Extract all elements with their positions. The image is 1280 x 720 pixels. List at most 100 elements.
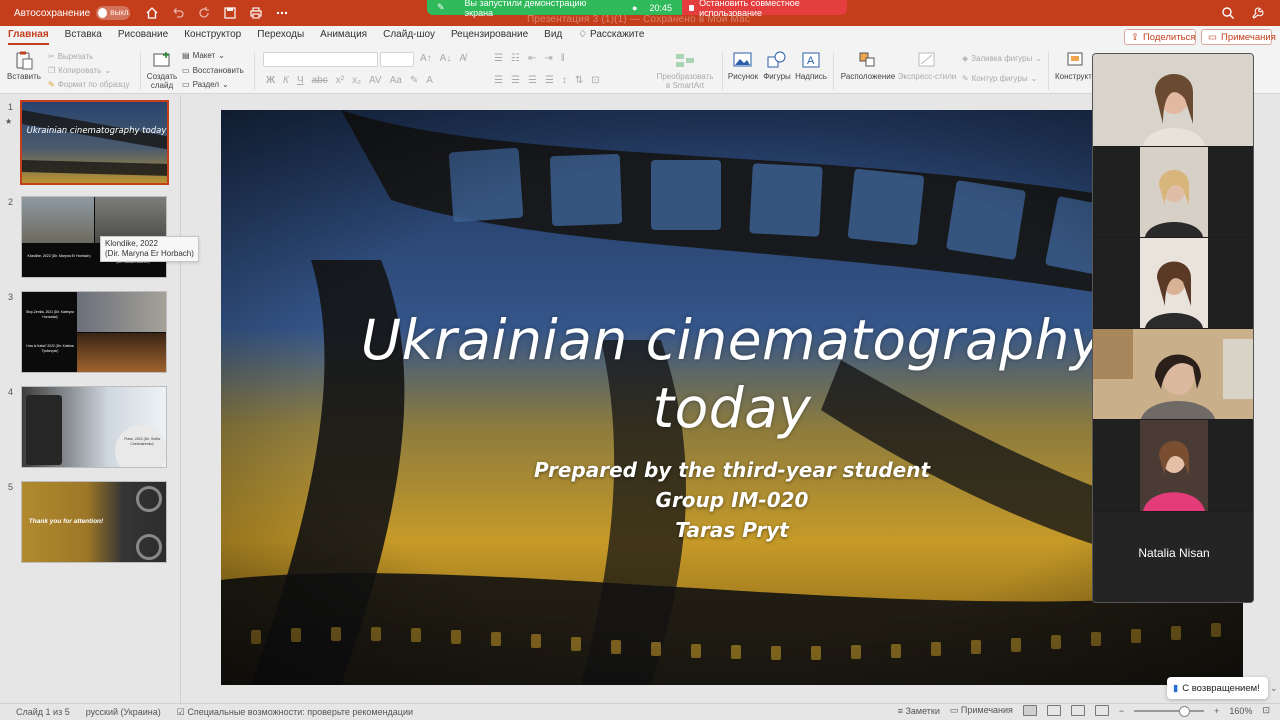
participant-tile-6[interactable]: Natalia Nisan <box>1093 512 1253 602</box>
grow-font-icon[interactable]: A↑ <box>420 53 432 64</box>
shape-fill-button[interactable]: ◈ Заливка фигуры ⌄ <box>962 54 1042 63</box>
tab-draw[interactable]: Рисование <box>110 26 176 46</box>
participant-tile-4[interactable] <box>1093 329 1253 419</box>
zoom-out-icon[interactable]: − <box>1119 706 1124 716</box>
tab-home[interactable]: Главная <box>0 26 57 46</box>
tab-insert[interactable]: Вставка <box>57 26 110 46</box>
normal-view-icon[interactable] <box>1022 705 1037 716</box>
change-case-icon[interactable]: Aa <box>390 75 402 86</box>
main-slide[interactable]: Ukrainian cinematography today Prepared … <box>221 110 1243 685</box>
slide-subtitle[interactable]: Prepared by the third-year student Group… <box>221 455 1243 545</box>
align-center-icon[interactable]: ☰ <box>511 75 520 86</box>
text-direction-icon[interactable]: ⇅ <box>575 75 583 86</box>
shapes-button[interactable]: Фигуры <box>761 50 793 81</box>
cut-button[interactable]: ✂ Вырезать <box>48 52 93 61</box>
redo-icon[interactable] <box>196 5 212 21</box>
subscript-icon[interactable]: x₂ <box>352 75 361 86</box>
tab-slideshow[interactable]: Слайд-шоу <box>375 26 443 46</box>
subtitle-line-1: Prepared by the third-year student <box>533 458 931 482</box>
welcome-back-button[interactable]: ▮ С возвращением! <box>1167 677 1268 699</box>
undo-icon[interactable] <box>170 5 186 21</box>
smartart-button[interactable]: Преобразовать в SmartArt <box>655 50 715 90</box>
language-indicator[interactable]: русский (Украина) <box>86 707 161 717</box>
participant-tile-2[interactable] <box>1093 147 1253 237</box>
accessibility-status[interactable]: ☑ Специальные возможности: проверьте рек… <box>177 707 413 718</box>
bold-icon[interactable]: Ж <box>266 75 275 86</box>
underline-icon[interactable]: Ч <box>297 75 304 86</box>
zoom-level[interactable]: 160% <box>1229 706 1252 716</box>
numbering-icon[interactable]: ☷ <box>511 53 520 64</box>
paste-button[interactable]: Вставить <box>6 50 42 81</box>
font-size-field[interactable] <box>380 52 414 67</box>
more-icon[interactable] <box>274 5 290 21</box>
quick-styles-button[interactable]: Экспресс-стили <box>897 50 957 81</box>
format-painter-button[interactable]: ✎ Формат по образцу <box>48 80 129 89</box>
participant-tile-5[interactable] <box>1093 420 1253 511</box>
slide-number: 5 <box>8 482 14 492</box>
align-text-icon[interactable]: ⊡ <box>591 75 599 86</box>
video-participants-panel: Natalia Nisan <box>1092 53 1254 603</box>
share-button[interactable]: ⇪ Поделиться <box>1124 29 1196 45</box>
share-pencil-icon[interactable]: ✎ <box>437 2 445 13</box>
home-icon[interactable] <box>144 5 160 21</box>
font-name-field[interactable] <box>263 52 378 67</box>
italic-icon[interactable]: К <box>283 75 289 86</box>
decrease-indent-icon[interactable]: ⇤ <box>528 53 536 64</box>
tab-view[interactable]: Вид <box>536 26 570 46</box>
increase-indent-icon[interactable]: ⇥ <box>544 53 552 64</box>
align-left-icon[interactable]: ☰ <box>494 75 503 86</box>
layout-button[interactable]: ▤ Макет ⌄ <box>182 51 225 60</box>
highlight-icon[interactable]: ✎ <box>410 75 418 86</box>
tab-tell-me[interactable]: ♢ Расскажите <box>570 26 652 46</box>
zoom-slider[interactable] <box>1134 705 1205 717</box>
slide-sorter-icon[interactable] <box>1046 705 1061 716</box>
arrange-button[interactable]: Расположение <box>840 50 896 81</box>
columns-icon[interactable]: ‖ <box>561 53 565 64</box>
font-color-icon[interactable]: A <box>426 75 433 86</box>
slide-thumbnail-1[interactable]: Ukrainian cinematography today <box>20 100 169 185</box>
collapse-icon[interactable]: ⌄ <box>1270 683 1278 694</box>
tab-transitions[interactable]: Переходы <box>249 26 312 46</box>
slide-number: 3 <box>8 292 14 302</box>
slideshow-view-icon[interactable] <box>1094 705 1109 716</box>
zoom-in-icon[interactable]: + <box>1214 706 1219 716</box>
bullets-icon[interactable]: ☰ <box>494 53 503 64</box>
fit-slide-icon[interactable]: ⊡ <box>1262 705 1270 716</box>
slide-thumbnail-3[interactable]: Stop-Zemlia, 2021 (Dir. Kateryna Hornost… <box>21 291 167 373</box>
reading-view-icon[interactable] <box>1070 705 1085 716</box>
notes-button[interactable]: ≡ Заметки <box>898 706 940 716</box>
tab-design[interactable]: Конструктор <box>176 26 249 46</box>
tab-animations[interactable]: Анимация <box>312 26 375 46</box>
new-slide-button[interactable]: Создать слайд <box>144 50 180 90</box>
strike-icon[interactable]: abc <box>312 75 328 86</box>
participant-tile-3[interactable] <box>1093 238 1253 328</box>
picture-button[interactable]: Рисунок <box>727 50 759 81</box>
settings-icon[interactable] <box>1250 5 1266 21</box>
shape-outline-button[interactable]: ✎ Контур фигуры ⌄ <box>962 74 1037 83</box>
copy-button[interactable]: ❐ Копировать ⌄ <box>48 66 111 75</box>
char-spacing-icon[interactable]: AV <box>369 75 382 86</box>
slide-thumbnail-5[interactable]: Thank you for attention! <box>21 481 167 563</box>
tab-review[interactable]: Рецензирование <box>443 26 536 46</box>
participant-tile-1[interactable] <box>1093 54 1253 146</box>
align-right-icon[interactable]: ☰ <box>528 75 537 86</box>
justify-icon[interactable]: ☰ <box>545 75 554 86</box>
reset-label: Восстановить <box>192 66 244 75</box>
shrink-font-icon[interactable]: A↓ <box>440 53 452 64</box>
slide-thumbnail-4[interactable]: Pulse, 2022 (Dir. Sofiia Chebotarenko) <box>21 386 167 468</box>
search-icon[interactable] <box>1220 5 1236 21</box>
save-icon[interactable] <box>222 5 238 21</box>
designer-button[interactable]: Конструктор <box>1055 50 1093 81</box>
superscript-icon[interactable]: x² <box>336 75 344 86</box>
autosave-toggle[interactable]: ВЫКЛ. <box>96 6 131 20</box>
slide-title[interactable]: Ukrainian cinematography today <box>221 306 1243 442</box>
clear-format-icon[interactable]: A̸ <box>459 53 466 64</box>
stop-sharing-button[interactable]: Остановить совместное использование <box>682 0 847 18</box>
line-spacing-icon[interactable]: ↕ <box>562 75 567 86</box>
textbox-button[interactable]: A Надпись <box>795 50 827 81</box>
section-button[interactable]: ▭ Раздел ⌄ <box>182 80 229 89</box>
comments-status-button[interactable]: ▭ Примечания <box>950 705 1013 716</box>
print-icon[interactable] <box>248 5 264 21</box>
reset-button[interactable]: ▭ Восстановить <box>182 66 244 75</box>
comments-button[interactable]: ▭ Примечания <box>1201 29 1276 45</box>
